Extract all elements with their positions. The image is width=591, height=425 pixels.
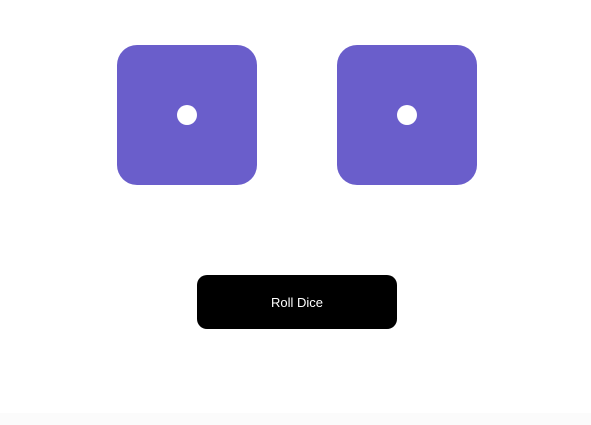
roll-dice-button-label: Roll Dice — [270, 294, 323, 310]
die-right — [337, 45, 477, 185]
die-left — [117, 45, 257, 185]
roll-dice-button[interactable]: Roll Dice — [197, 275, 397, 329]
footer-strip — [0, 413, 591, 425]
die-pip — [177, 105, 197, 125]
die-pip — [397, 105, 417, 125]
dice-roller-page: Roll Dice — [0, 0, 591, 425]
